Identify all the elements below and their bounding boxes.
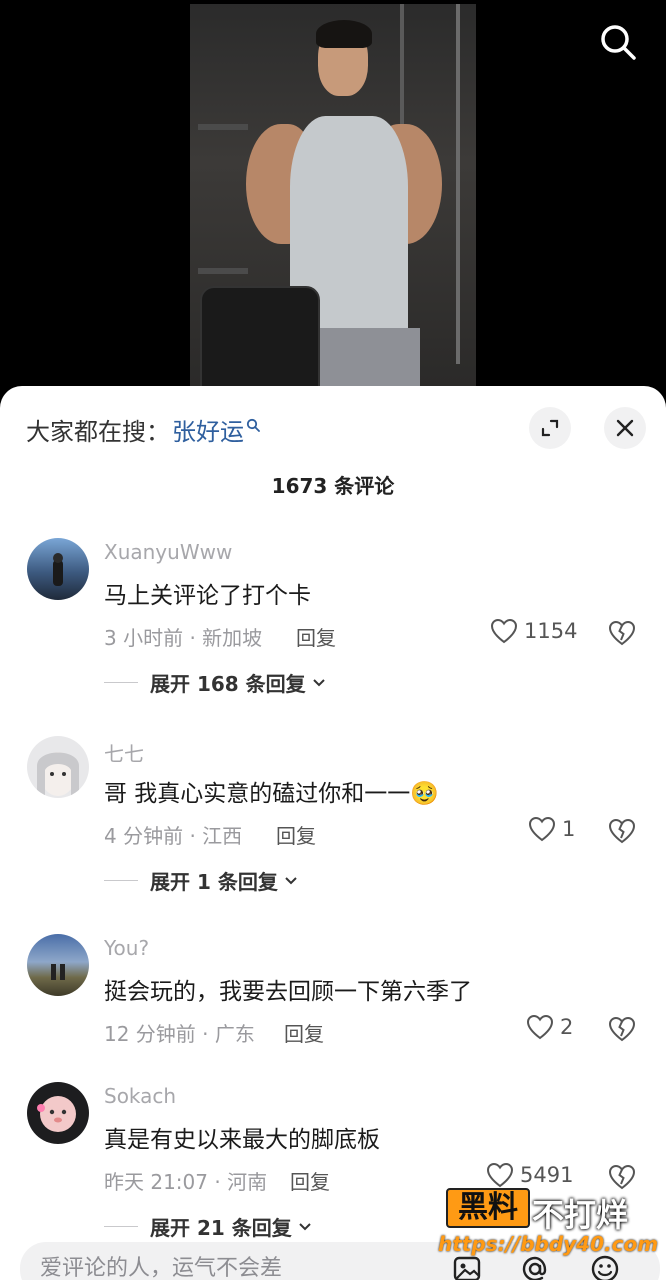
expand-replies[interactable]: 展开 168 条回复 xyxy=(104,668,326,697)
video-player[interactable] xyxy=(0,0,666,400)
comment-sheet: 大家都在搜： 张好运 1673 条评论 XuanyuWww 马上关评论了打个卡 … xyxy=(0,386,666,1280)
expand-button[interactable] xyxy=(529,407,571,449)
emoji-icon xyxy=(591,1255,619,1280)
hot-search[interactable]: 大家都在搜： 张好运 xyxy=(26,412,260,447)
avatar[interactable] xyxy=(27,538,89,600)
heart-icon xyxy=(490,618,518,644)
chevron-down-icon xyxy=(299,1222,311,1230)
expand-icon xyxy=(541,419,559,437)
expand-replies-label: 展开 21 条回复 xyxy=(150,1216,292,1240)
divider xyxy=(104,1226,138,1227)
gym-bench xyxy=(200,286,320,400)
heart-icon xyxy=(528,816,556,842)
chevron-down-icon xyxy=(285,876,297,884)
comment-username[interactable]: You? xyxy=(104,936,149,960)
comment-meta: 3 小时前 · 新加坡 xyxy=(104,626,263,650)
dislike-button[interactable] xyxy=(608,1164,636,1194)
expand-replies[interactable]: 展开 1 条回复 xyxy=(104,866,298,895)
search-icon xyxy=(601,25,636,60)
broken-heart-icon xyxy=(608,1016,636,1042)
heart-icon xyxy=(486,1162,514,1188)
like-button[interactable]: 1 xyxy=(528,816,575,842)
broken-heart-icon xyxy=(608,620,636,646)
comment-input[interactable] xyxy=(40,1250,420,1280)
reply-button[interactable]: 回复 xyxy=(296,622,336,651)
video-frame[interactable] xyxy=(190,4,476,400)
chevron-down-icon xyxy=(312,678,325,686)
broken-heart-icon xyxy=(608,818,636,844)
avatar[interactable] xyxy=(27,1082,89,1144)
divider xyxy=(104,682,138,683)
avatar[interactable] xyxy=(27,736,89,798)
comment-username[interactable]: Sokach xyxy=(104,1084,176,1108)
mention-icon xyxy=(522,1256,547,1280)
comment-text: 哥 我真心实意的磕过你和一一🥹 xyxy=(104,781,439,807)
comment-username[interactable]: XuanyuWww xyxy=(104,540,232,564)
like-count: 1154 xyxy=(524,619,578,643)
heart-icon xyxy=(526,1014,554,1040)
comment-meta: 昨天 21:07 · 河南 xyxy=(104,1170,268,1194)
comment-meta: 4 分钟前 · 江西 xyxy=(104,824,243,848)
small-search-icon xyxy=(246,418,260,432)
mention-button[interactable] xyxy=(518,1252,552,1280)
expand-replies-label: 展开 168 条回复 xyxy=(150,672,306,696)
emoji-button[interactable] xyxy=(588,1252,622,1280)
close-button[interactable] xyxy=(604,407,646,449)
expand-replies[interactable]: 展开 21 条回复 xyxy=(104,1212,312,1241)
like-count: 2 xyxy=(560,1015,574,1039)
dislike-button[interactable] xyxy=(608,620,636,650)
reply-button[interactable]: 回复 xyxy=(284,1018,324,1047)
expand-replies-label: 展开 1 条回复 xyxy=(150,870,278,894)
like-count: 1 xyxy=(562,817,576,841)
dislike-button[interactable] xyxy=(608,1016,636,1046)
comment-text: 挺会玩的，我要去回顾一下第六季了 xyxy=(104,979,472,1005)
comment-meta: 12 分钟前 · 广东 xyxy=(104,1022,255,1046)
comment-text: 真是有史以来最大的脚底板 xyxy=(104,1127,380,1153)
comment-username[interactable]: 七七 xyxy=(104,738,144,767)
search-button[interactable] xyxy=(596,20,640,64)
like-button[interactable]: 1154 xyxy=(490,618,577,644)
reply-button[interactable]: 回复 xyxy=(276,820,316,849)
person-hair xyxy=(316,20,372,48)
gym-shelf xyxy=(198,124,248,274)
comment-input-bar xyxy=(20,1242,660,1280)
divider xyxy=(104,880,138,881)
broken-heart-icon xyxy=(608,1164,636,1190)
image-icon xyxy=(453,1256,481,1280)
close-icon xyxy=(616,419,634,437)
comment-text: 马上关评论了打个卡 xyxy=(104,583,311,609)
hot-search-keyword[interactable]: 张好运 xyxy=(172,412,244,447)
reply-button[interactable]: 回复 xyxy=(290,1166,330,1195)
like-button[interactable]: 2 xyxy=(526,1014,573,1040)
like-count: 5491 xyxy=(520,1163,574,1187)
avatar[interactable] xyxy=(27,934,89,996)
like-button[interactable]: 5491 xyxy=(486,1162,573,1188)
image-button[interactable] xyxy=(450,1252,484,1280)
dislike-button[interactable] xyxy=(608,818,636,848)
hot-search-prefix: 大家都在搜： xyxy=(26,418,170,446)
comment-count: 1673 条评论 xyxy=(271,474,395,498)
